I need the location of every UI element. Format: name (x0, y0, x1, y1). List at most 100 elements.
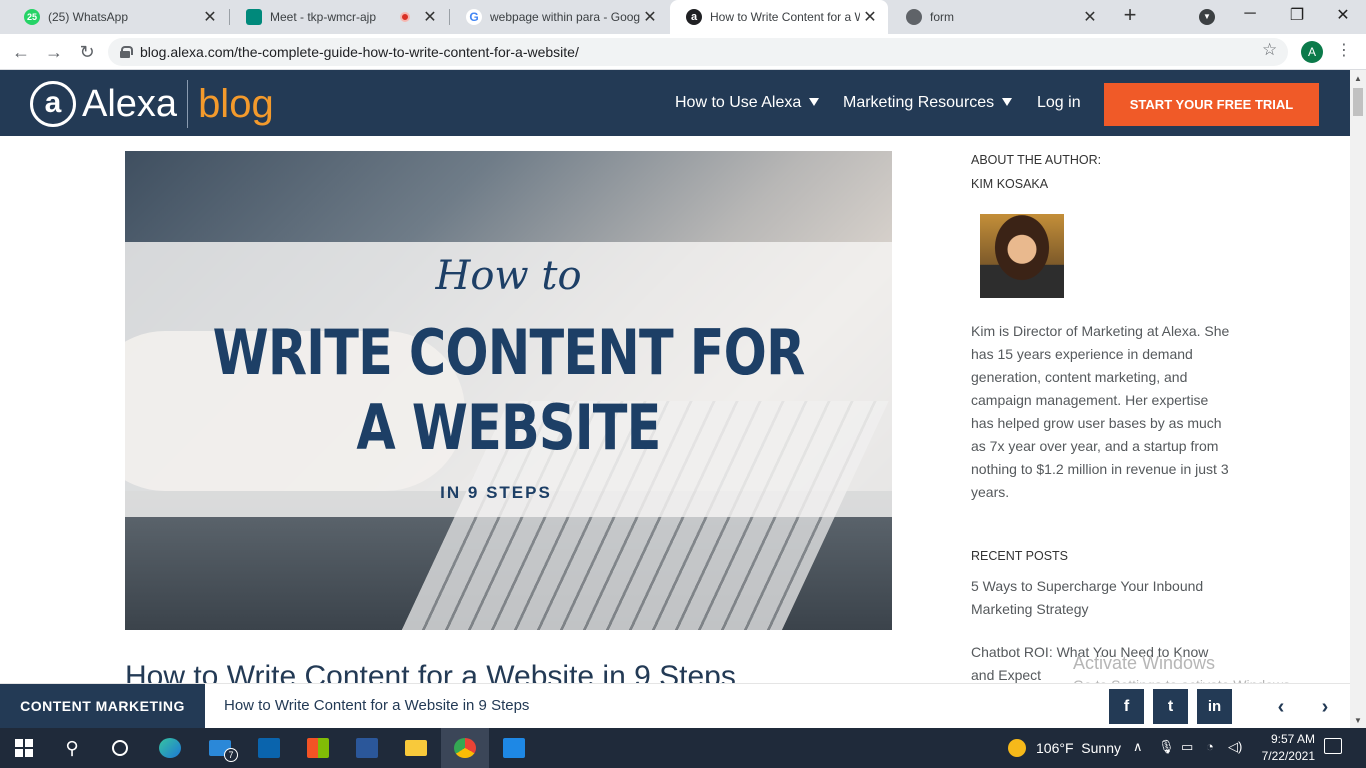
next-post-button[interactable]: › (1310, 692, 1340, 722)
scrollbar-thumb[interactable] (1353, 88, 1363, 116)
sticky-title: How to Write Content for a Website in 9 … (224, 697, 530, 714)
recent-post-link[interactable]: 5 Ways to Supercharge Your Inbound Marke… (971, 575, 1231, 621)
facebook-icon[interactable]: f (1109, 689, 1144, 724)
logo-divider (187, 80, 189, 128)
close-tab-icon[interactable]: ✕ (1080, 7, 1100, 27)
tab-google-search[interactable]: G webpage within para - Googl ✕ (450, 0, 668, 34)
caret-down-icon (1002, 98, 1013, 106)
google-icon: G (466, 9, 482, 25)
search-icon[interactable]: ⚲ (48, 728, 96, 768)
forward-icon[interactable]: → (42, 40, 66, 64)
alexa-icon: a (686, 9, 702, 25)
tab-form[interactable]: form ✕ (890, 0, 1108, 34)
caret-down-icon (809, 98, 820, 106)
outlook-icon[interactable] (245, 728, 293, 768)
close-window-icon[interactable]: ✕ (1333, 5, 1353, 25)
page-viewport: a Alexa blog How to Use Alexa Marketing … (0, 70, 1350, 728)
nav-label: How to Use Alexa (675, 94, 802, 111)
tab-whatsapp[interactable]: 25 (25) WhatsApp ✕ (8, 0, 228, 34)
microphone-icon[interactable]: 🎙 (1158, 739, 1175, 755)
page-scrollbar[interactable]: ▲ ▼ (1350, 70, 1366, 728)
url-text[interactable]: blog.alexa.com/the-complete-guide-how-to… (140, 44, 579, 60)
alexa-at-icon: a (30, 81, 76, 127)
clock-date: 7/22/2021 (1261, 749, 1315, 763)
maximize-icon[interactable]: ❐ (1287, 5, 1307, 25)
notification-icon[interactable] (1324, 738, 1342, 754)
close-tab-icon[interactable]: ✕ (860, 7, 880, 27)
profile-avatar[interactable]: A (1301, 41, 1323, 63)
scroll-up-icon[interactable]: ▲ (1354, 74, 1362, 83)
watermark-title: Activate Windows (1073, 653, 1216, 673)
google-meet-icon (246, 9, 262, 25)
new-tab-button[interactable]: + (1119, 4, 1141, 27)
wifi-icon[interactable]: ◔ (1206, 739, 1214, 754)
close-tab-icon[interactable]: ✕ (200, 7, 220, 27)
previous-post-button[interactable]: ‹ (1266, 692, 1296, 722)
tab-strip: 25 (25) WhatsApp ✕ Meet - tkp-wmcr-ajp ✕… (0, 0, 1366, 34)
mail-icon[interactable]: 7 (196, 728, 244, 768)
alexa-blog-logo[interactable]: a Alexa blog (30, 80, 274, 128)
windows-taskbar: ⚲ 7 106°F Sunny ∧ 🎙 ▭ ◔ ◁) 9:57 AM 7/22/… (0, 728, 1366, 768)
tab-search-icon[interactable]: ▼ (1199, 9, 1215, 25)
reload-icon[interactable]: ↻ (75, 40, 99, 64)
tab-title: form (930, 10, 954, 24)
recent-posts-heading: RECENT POSTS (971, 549, 1069, 563)
nav-log-in[interactable]: Log in (1037, 94, 1081, 112)
chevron-up-icon[interactable]: ∧ (1133, 739, 1143, 755)
tab-meet[interactable]: Meet - tkp-wmcr-ajp ✕ (230, 0, 448, 34)
lock-icon[interactable] (120, 46, 133, 58)
nav-how-to-use-alexa[interactable]: How to Use Alexa (675, 94, 820, 112)
sun-icon (1008, 739, 1026, 757)
tab-title: (25) WhatsApp (48, 10, 129, 24)
word-icon[interactable] (343, 728, 391, 768)
nav-marketing-resources[interactable]: Marketing Resources (843, 94, 1013, 112)
address-bar[interactable]: blog.alexa.com/the-complete-guide-how-to… (108, 38, 1288, 66)
sticky-article-bar: CONTENT MARKETING How to Write Content f… (0, 683, 1350, 728)
file-explorer-icon[interactable] (392, 728, 440, 768)
recording-indicator-icon (400, 12, 410, 22)
start-free-trial-button[interactable]: START YOUR FREE TRIAL (1104, 83, 1319, 126)
minimize-icon[interactable]: ─ (1240, 5, 1260, 23)
sidebar: ABOUT THE AUTHOR: KIM KOSAKA Kim is Dire… (971, 153, 1231, 683)
linkedin-icon[interactable]: in (1197, 689, 1232, 724)
hero-image: How to WRITE CONTENT FOR A WEBSITE IN 9 … (125, 151, 892, 630)
hero-steps: IN 9 STEPS (440, 483, 552, 502)
system-clock[interactable]: 9:57 AM 7/22/2021 (1245, 731, 1315, 765)
category-label[interactable]: CONTENT MARKETING (0, 684, 205, 728)
scroll-down-icon[interactable]: ▼ (1354, 716, 1362, 725)
globe-icon (906, 9, 922, 25)
hero-title-line1: WRITE CONTENT FOR (212, 316, 806, 389)
mail-badge: 7 (224, 748, 238, 762)
twitter-icon[interactable]: t (1153, 689, 1188, 724)
vscode-icon[interactable] (490, 728, 538, 768)
logo-blog: blog (198, 81, 274, 126)
browser-menu-icon[interactable]: ⋮ (1336, 40, 1352, 60)
site-header: a Alexa blog How to Use Alexa Marketing … (0, 70, 1350, 136)
task-view-icon[interactable] (96, 728, 144, 768)
weather-temp: 106°F (1036, 740, 1074, 756)
author-bio: Kim is Director of Marketing at Alexa. S… (971, 323, 1230, 500)
nav-label: Marketing Resources (843, 94, 995, 111)
chrome-icon[interactable] (441, 728, 489, 768)
close-tab-icon[interactable]: ✕ (640, 7, 660, 27)
hero-how-to: How to (435, 253, 582, 299)
author-name[interactable]: KIM KOSAKA (971, 177, 1231, 191)
back-icon[interactable]: ← (9, 40, 33, 64)
tab-title: How to Write Content for a W (710, 10, 860, 24)
store-icon[interactable] (294, 728, 342, 768)
battery-icon[interactable]: ▭ (1181, 739, 1193, 755)
nav-label: Log in (1037, 94, 1081, 111)
start-button[interactable] (0, 728, 48, 768)
tab-alexa-blog[interactable]: a How to Write Content for a W ✕ (670, 0, 888, 34)
author-photo (980, 214, 1064, 298)
weather-widget[interactable]: 106°F Sunny (1008, 728, 1121, 768)
about-author-heading: ABOUT THE AUTHOR: (971, 153, 1102, 167)
tab-title: Meet - tkp-wmcr-ajp (270, 10, 377, 24)
volume-icon[interactable]: ◁) (1228, 739, 1242, 755)
browser-toolbar: ← → ↻ blog.alexa.com/the-complete-guide-… (0, 34, 1366, 70)
tab-title: webpage within para - Googl (490, 10, 640, 24)
windows-logo-icon (15, 739, 33, 757)
bookmark-star-icon[interactable]: ☆ (1262, 40, 1277, 60)
close-tab-icon[interactable]: ✕ (420, 7, 440, 27)
edge-icon[interactable] (146, 728, 194, 768)
